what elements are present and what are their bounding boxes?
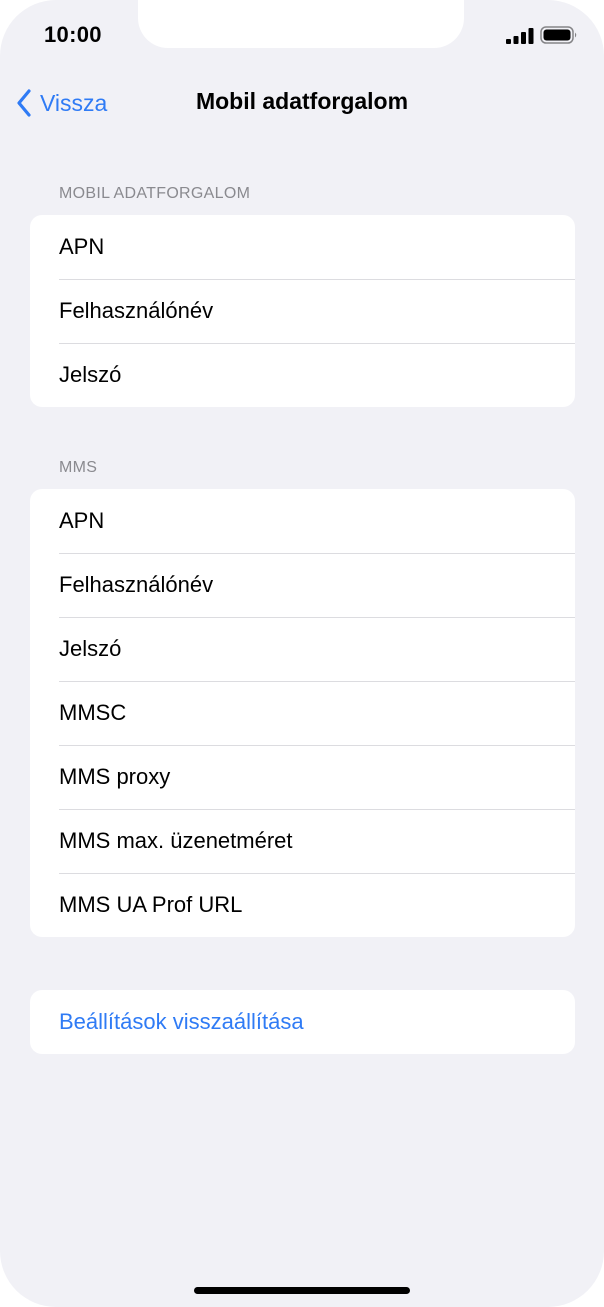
- back-button-label: Vissza: [40, 89, 108, 116]
- row-mobile-password[interactable]: Jelszó: [30, 343, 575, 407]
- row-mobile-apn[interactable]: APN: [30, 215, 575, 279]
- phone-screen: 10:00 Mobil adatforgalom Vissza MOBIL AD…: [0, 0, 604, 1307]
- row-mms-password[interactable]: Jelszó: [30, 617, 575, 681]
- home-indicator[interactable]: [194, 1287, 410, 1294]
- battery-icon: [540, 26, 577, 44]
- notch: [138, 0, 464, 48]
- row-mms-apn[interactable]: APN: [30, 489, 575, 553]
- row-mms-proxy[interactable]: MMS proxy: [30, 745, 575, 809]
- row-mms-max-size[interactable]: MMS max. üzenetméret: [30, 809, 575, 873]
- reset-settings-button[interactable]: Beállítások visszaállítása: [30, 990, 575, 1054]
- navigation-bar: Mobil adatforgalom Vissza: [0, 80, 604, 126]
- reset-group: Beállítások visszaállítása: [30, 990, 575, 1054]
- row-mmsc[interactable]: MMSC: [30, 681, 575, 745]
- section-header-mms: MMS: [59, 459, 98, 476]
- row-mms-ua-prof-url[interactable]: MMS UA Prof URL: [30, 873, 575, 937]
- mms-group: APN Felhasználónév Jelszó MMSC MMS proxy…: [30, 489, 575, 937]
- mobile-data-group: APN Felhasználónév Jelszó: [30, 215, 575, 407]
- section-header-mobile-data: MOBIL ADATFORGALOM: [59, 185, 251, 202]
- back-button[interactable]: Vissza: [16, 86, 107, 120]
- row-mms-username[interactable]: Felhasználónév: [30, 553, 575, 617]
- status-time: 10:00: [44, 22, 102, 47]
- chevron-left-icon: [17, 89, 31, 117]
- cellular-signal-icon: [506, 28, 534, 44]
- status-bar: 10:00: [0, 0, 604, 70]
- row-mobile-username[interactable]: Felhasználónév: [30, 279, 575, 343]
